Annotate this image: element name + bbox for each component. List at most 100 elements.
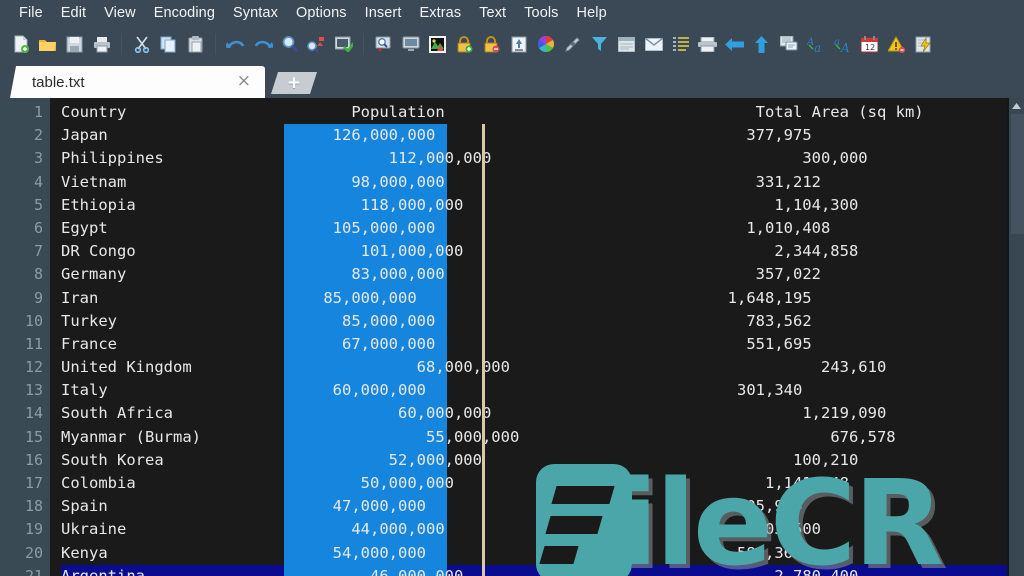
menu-item-view[interactable]: View <box>95 2 145 25</box>
uppercase-icon[interactable]: aA <box>830 31 855 57</box>
printer-wide-icon[interactable] <box>695 31 720 57</box>
macro-lightning-icon[interactable] <box>911 31 936 57</box>
cell-country: Philippines <box>61 149 164 168</box>
cell-country: Ethiopia <box>61 195 136 214</box>
menu-item-file[interactable]: File <box>10 2 52 25</box>
code-line[interactable]: United Kingdom 68,000,000 243,610 <box>61 356 1024 380</box>
code-line[interactable]: Philippines 112,000,000 300,000 <box>61 147 1024 171</box>
menu-item-options[interactable]: Options <box>287 2 356 25</box>
filter-funnel-icon[interactable] <box>587 31 612 57</box>
cell-population: 52,000,000 <box>388 450 482 469</box>
undo-icon[interactable] <box>223 31 248 57</box>
code-line[interactable]: Country Population Total Area (sq km) <box>61 101 1024 124</box>
menu-item-insert[interactable]: Insert <box>356 2 411 25</box>
calendar-icon[interactable]: 12 <box>857 31 882 57</box>
color-wheel-icon[interactable] <box>533 31 558 57</box>
cell-country: Argentina <box>61 566 145 576</box>
cell-population: 60,000,000 <box>397 404 492 423</box>
code-line[interactable]: DR Congo 101,000,000 2,344,858 <box>61 240 1024 264</box>
code-line[interactable]: Myanmar (Burma) 55,000,000 676,578 <box>61 425 1024 449</box>
code-line[interactable]: South Africa 60,000,000 1,219,090 <box>61 402 1024 426</box>
menu-item-extras[interactable]: Extras <box>410 2 470 25</box>
cut-scissors-icon[interactable] <box>129 31 154 57</box>
line-number: 3 <box>33 149 43 168</box>
line-number: 16 <box>24 450 43 469</box>
open-folder-icon[interactable] <box>35 31 60 57</box>
image-insert-icon[interactable] <box>425 31 450 57</box>
print-icon[interactable] <box>89 31 114 57</box>
code-line[interactable]: Kenya 54,000,000 580,367 <box>61 541 1024 565</box>
selection-highlight <box>284 425 447 449</box>
scroll-up-icon[interactable] <box>1009 98 1024 114</box>
plus-icon: + <box>286 72 302 93</box>
mail-icon[interactable] <box>641 31 666 57</box>
line-number: 6 <box>33 218 43 237</box>
comment-icon[interactable] <box>776 31 801 57</box>
cell-total-area: 783,562 <box>746 311 812 330</box>
close-icon[interactable]: × <box>227 72 253 92</box>
list-icon[interactable] <box>668 31 693 57</box>
cell-country: South Africa <box>61 404 173 423</box>
arrow-up-icon[interactable] <box>749 31 774 57</box>
paste-icon[interactable] <box>183 31 208 57</box>
new-file-icon[interactable] <box>8 31 33 57</box>
code-area[interactable]: Country Population Total Area (sq km) Japan… <box>50 98 1024 576</box>
code-line[interactable]: Japan 126,000,000 377,975 <box>61 124 1024 148</box>
menu-item-tools[interactable]: Tools <box>515 2 567 25</box>
lowercase-icon[interactable]: Aa <box>803 31 828 57</box>
copy-icon[interactable] <box>156 31 181 57</box>
cell-population: 101,000,000 <box>360 242 464 261</box>
code-line[interactable]: South Korea 52,000,000 100,210 <box>61 448 1024 472</box>
menu-item-syntax[interactable]: Syntax <box>224 2 287 25</box>
new-tab-button[interactable]: + <box>271 72 317 94</box>
code-line[interactable]: Argentina 46,000,000 2,780,400 <box>61 564 1024 576</box>
code-line[interactable]: Vietnam 98,000,000 331,212 <box>61 170 1024 194</box>
find-in-files-icon[interactable] <box>371 31 396 57</box>
monitor-preview-icon[interactable] <box>398 31 423 57</box>
cell-total-area: 1,219,090 <box>802 404 887 423</box>
lock-remove-icon[interactable] <box>479 31 504 57</box>
save-icon[interactable] <box>62 31 87 57</box>
line-number: 14 <box>24 404 43 423</box>
cell-total-area: 301,340 <box>737 381 803 400</box>
code-line[interactable]: Ukraine 44,000,000 603,500 <box>61 518 1024 542</box>
code-line[interactable]: Iran 85,000,000 1,648,195 <box>61 286 1024 310</box>
window-icon[interactable] <box>614 31 639 57</box>
line-number: 15 <box>24 427 43 446</box>
tab-label: table.txt <box>32 73 85 91</box>
arrow-left-icon[interactable] <box>722 31 747 57</box>
cell-population: 55,000,000 <box>425 427 520 446</box>
warning-icon[interactable] <box>884 31 909 57</box>
code-line[interactable]: Italy 60,000,000 301,340 <box>61 379 1024 403</box>
menu-item-text[interactable]: Text <box>470 2 515 25</box>
search-magnifier-icon[interactable] <box>277 31 302 57</box>
search-replace-icon[interactable] <box>304 31 329 57</box>
cell-country: Egypt <box>61 218 108 237</box>
text-cursor <box>482 124 485 576</box>
cell-population: 47,000,000 <box>332 497 426 516</box>
code-line[interactable]: Ethiopia 118,000,000 1,104,300 <box>61 193 1024 217</box>
code-line[interactable]: Germany 83,000,000 357,022 <box>61 263 1024 287</box>
code-line[interactable]: France 67,000,000 551,695 <box>61 332 1024 357</box>
code-line[interactable]: Egypt 105,000,000 1,010,408 <box>61 216 1024 241</box>
menu-item-encoding[interactable]: Encoding <box>145 2 224 25</box>
menu-item-edit[interactable]: Edit <box>52 2 95 25</box>
cell-population: 60,000,000 <box>332 381 426 400</box>
svg-text:12: 12 <box>865 43 875 52</box>
svg-text:A: A <box>840 41 850 53</box>
tab-table-txt[interactable]: table.txt × <box>10 66 265 98</box>
ftp-icon[interactable] <box>506 31 531 57</box>
cell-population: 46,000,000 <box>370 566 464 576</box>
spellcheck-icon[interactable] <box>331 31 356 57</box>
code-line[interactable]: Turkey 85,000,000 783,562 <box>61 309 1024 333</box>
code-line[interactable]: Spain 47,000,000 505,944 <box>61 495 1024 519</box>
pen-icon[interactable] <box>560 31 585 57</box>
text-editor[interactable]: 1 2 3 4 5 6 7 8 9 10 11 12 13 14 15 16 17 18 19 20 21 Countr… <box>0 98 1024 576</box>
redo-icon[interactable] <box>250 31 275 57</box>
lock-add-icon[interactable] <box>452 31 477 57</box>
scrollbar-thumb[interactable] <box>1011 114 1024 234</box>
menu-item-help[interactable]: Help <box>568 2 616 25</box>
vertical-scrollbar[interactable] <box>1007 98 1024 576</box>
code-line[interactable]: Colombia 50,000,000 1,141,748 <box>61 472 1024 496</box>
cell-population: 98,000,000 <box>351 172 445 191</box>
